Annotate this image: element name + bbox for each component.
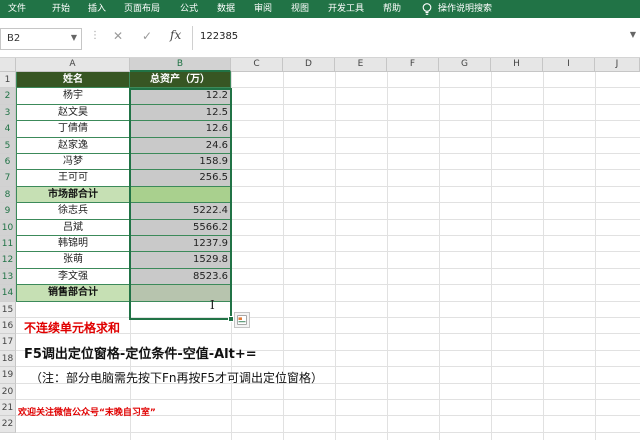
- tell-me-search[interactable]: 操作说明搜索: [438, 3, 492, 15]
- row-header-21[interactable]: 21: [0, 400, 16, 417]
- expand-formula-bar-icon[interactable]: ▼: [630, 30, 636, 39]
- row-header-17[interactable]: 17: [0, 334, 16, 351]
- name-cell[interactable]: 杨宇: [16, 88, 130, 105]
- formula-bar: B2 ▼ ⋮ ✕ ✓ fx 122385 ▼: [0, 18, 640, 58]
- row-header-22[interactable]: 22: [0, 416, 16, 433]
- tab-formulas[interactable]: 公式: [180, 3, 198, 15]
- name-cell[interactable]: 韩锦明: [16, 236, 130, 253]
- row-header-13[interactable]: 13: [0, 268, 16, 286]
- tab-view[interactable]: 视图: [291, 3, 309, 15]
- tab-file[interactable]: 文件: [8, 3, 26, 15]
- note-follow: 欢迎关注微信公众号“末晚自习室”: [18, 408, 156, 418]
- name-cell[interactable]: 徐志兵: [16, 203, 130, 220]
- name-cell[interactable]: 赵家逸: [16, 137, 130, 154]
- name-box-value: B2: [7, 33, 21, 44]
- column-header-g[interactable]: G: [439, 58, 491, 72]
- name-cell[interactable]: 张萌: [16, 252, 130, 269]
- note-steps: F5调出定位窗格-定位条件-空值-Alt+=: [24, 347, 257, 362]
- quick-analysis-icon[interactable]: [234, 312, 250, 328]
- subtotal-value-cell[interactable]: [130, 186, 231, 204]
- row-header-12[interactable]: 12: [0, 252, 16, 269]
- header-cell-assets[interactable]: 总资产（万）: [130, 72, 231, 89]
- row-header-14[interactable]: 14: [0, 285, 16, 302]
- assets-cell[interactable]: 12.2: [130, 88, 231, 105]
- tab-data[interactable]: 数据: [217, 3, 235, 15]
- lightbulb-icon[interactable]: [420, 2, 434, 16]
- name-cell[interactable]: 王可可: [16, 170, 130, 187]
- row-header-8[interactable]: 8: [0, 186, 16, 204]
- select-all-corner[interactable]: [0, 58, 16, 72]
- note-title: 不连续单元格求和: [24, 321, 121, 335]
- formula-input[interactable]: 122385: [200, 31, 238, 42]
- assets-cell[interactable]: 12.5: [130, 104, 231, 122]
- tab-home[interactable]: 开始: [52, 3, 70, 15]
- column-header-e[interactable]: E: [335, 58, 387, 72]
- subtotal-value-cell[interactable]: [130, 285, 231, 302]
- row-header-3[interactable]: 3: [0, 104, 16, 122]
- assets-cell[interactable]: 1529.8: [130, 252, 231, 269]
- name-box[interactable]: B2 ▼: [0, 28, 82, 50]
- assets-cell[interactable]: 5222.4: [130, 203, 231, 220]
- assets-cell[interactable]: 158.9: [130, 154, 231, 171]
- name-cell[interactable]: 吕斌: [16, 219, 130, 236]
- row-header-10[interactable]: 10: [0, 219, 16, 236]
- subtotal-label-cell[interactable]: 销售部合计: [16, 285, 130, 302]
- assets-cell[interactable]: 8523.6: [130, 268, 231, 286]
- row-header-20[interactable]: 20: [0, 383, 16, 400]
- assets-cell[interactable]: 12.6: [130, 121, 231, 138]
- tab-review[interactable]: 审阅: [254, 3, 272, 15]
- name-cell[interactable]: 赵文昊: [16, 104, 130, 122]
- column-header-c[interactable]: C: [231, 58, 283, 72]
- text-cursor-icon: I: [210, 298, 215, 312]
- row-header-11[interactable]: 11: [0, 236, 16, 253]
- tab-page-layout[interactable]: 页面布局: [124, 3, 160, 15]
- column-header-j[interactable]: J: [595, 58, 640, 72]
- tab-help[interactable]: 帮助: [383, 3, 401, 15]
- column-header-a[interactable]: A: [16, 58, 130, 72]
- row-header-15[interactable]: 15: [0, 301, 16, 318]
- column-header-h[interactable]: H: [491, 58, 543, 72]
- worksheet-grid[interactable]: A B C D E F G H I J 1 2 3 4 5 6 7 8 9 10 11 12 13 14 1…: [0, 58, 640, 440]
- formula-bar-divider: [192, 26, 193, 50]
- note-remark: （注：部分电脑需先按下Fn再按F5才可调出定位窗格）: [30, 371, 324, 385]
- ribbon-tab-bar: 文件 开始 插入 页面布局 公式 数据 审阅 视图 开发工具 帮助 操作说明搜索: [0, 0, 640, 18]
- row-header-6[interactable]: 6: [0, 154, 16, 171]
- column-header-b[interactable]: B: [130, 58, 231, 72]
- row-header-4[interactable]: 4: [0, 121, 16, 138]
- row-header-9[interactable]: 9: [0, 203, 16, 220]
- cancel-icon[interactable]: ✕: [113, 29, 123, 43]
- row-header-1[interactable]: 1: [0, 72, 16, 89]
- column-header-d[interactable]: D: [283, 58, 335, 72]
- name-cell[interactable]: 李文强: [16, 268, 130, 286]
- chevron-down-icon[interactable]: ▼: [71, 33, 77, 42]
- row-header-7[interactable]: 7: [0, 170, 16, 187]
- tab-insert[interactable]: 插入: [88, 3, 106, 15]
- row-header-2[interactable]: 2: [0, 88, 16, 105]
- assets-cell[interactable]: 5566.2: [130, 219, 231, 236]
- column-header-f[interactable]: F: [387, 58, 439, 72]
- row-header-19[interactable]: 19: [0, 367, 16, 384]
- assets-cell[interactable]: 24.6: [130, 137, 231, 154]
- column-header-i[interactable]: I: [543, 58, 595, 72]
- assets-cell[interactable]: 1237.9: [130, 236, 231, 253]
- subtotal-label-cell[interactable]: 市场部合计: [16, 186, 130, 204]
- header-cell-name[interactable]: 姓名: [16, 72, 130, 89]
- enter-icon[interactable]: ✓: [142, 29, 152, 43]
- tab-developer[interactable]: 开发工具: [328, 3, 364, 15]
- name-cell[interactable]: 冯梦: [16, 154, 130, 171]
- name-cell[interactable]: 丁倩倩: [16, 121, 130, 138]
- drag-handle-icon[interactable]: ⋮: [90, 30, 100, 41]
- row-header-16[interactable]: 16: [0, 318, 16, 335]
- row-header-5[interactable]: 5: [0, 137, 16, 154]
- insert-function-icon[interactable]: fx: [170, 28, 181, 42]
- row-header-18[interactable]: 18: [0, 350, 16, 368]
- assets-cell[interactable]: 256.5: [130, 170, 231, 187]
